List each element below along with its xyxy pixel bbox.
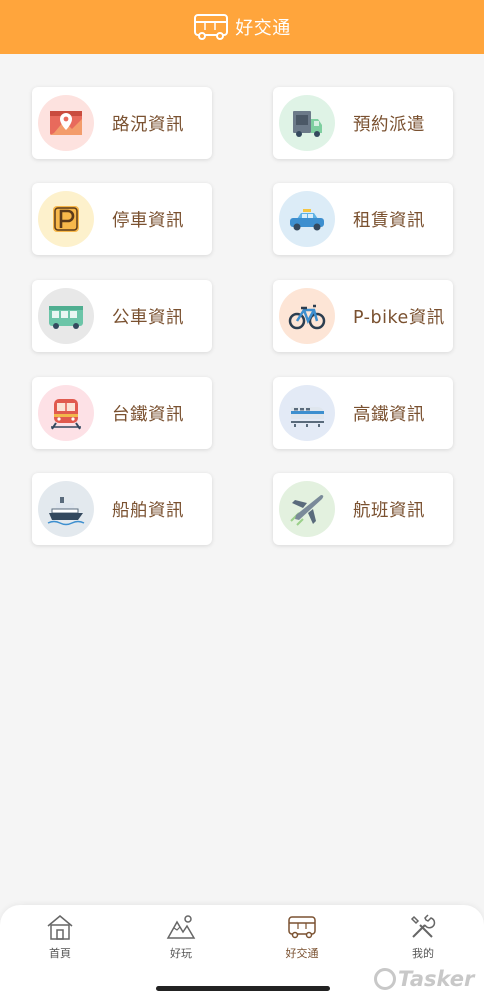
tile-label: 路況資訊 (112, 114, 184, 135)
icon-circle (279, 191, 335, 247)
icon-circle (279, 385, 335, 441)
airplane-icon (290, 495, 324, 526)
icon-circle (38, 191, 94, 247)
map-pin-icon (50, 111, 82, 135)
icon-circle (38, 288, 94, 344)
parking-icon (53, 206, 79, 232)
tile-label: 公車資訊 (112, 307, 184, 328)
icon-circle (38, 385, 94, 441)
tile-bus[interactable]: 公車資訊 (32, 280, 212, 352)
tile-label: 高鐵資訊 (353, 404, 425, 425)
icon-circle (279, 288, 335, 344)
tile-label: 預約派遣 (353, 114, 425, 135)
tile-traffic-info[interactable]: 路況資訊 (32, 87, 212, 159)
tile-label: P-bike資訊 (353, 307, 445, 328)
taxi-icon (290, 209, 324, 231)
tile-label: 台鐵資訊 (112, 404, 184, 425)
bicycle-icon (288, 304, 326, 330)
app-header: 好交通 (0, 0, 484, 54)
tasker-logo-icon (374, 968, 396, 990)
tile-tra[interactable]: 台鐵資訊 (32, 377, 212, 449)
tab-label: 好玩 (170, 947, 192, 960)
tools-icon (410, 914, 436, 938)
icon-circle (38, 95, 94, 151)
tile-label: 停車資訊 (112, 210, 184, 231)
ship-icon (47, 497, 85, 526)
tab-fun[interactable]: 好玩 (151, 913, 211, 965)
bus-icon (49, 306, 83, 329)
home-indicator[interactable] (156, 986, 330, 991)
tab-profile[interactable]: 我的 (393, 913, 453, 965)
bus-icon (194, 14, 229, 40)
house-icon (47, 915, 73, 940)
mountain-icon (166, 915, 196, 939)
tab-home[interactable]: 首頁 (30, 913, 90, 965)
tile-pbike[interactable]: P-bike資訊 (273, 280, 453, 352)
tile-parking[interactable]: 停車資訊 (32, 183, 212, 255)
icon-circle (279, 95, 335, 151)
truck-icon (293, 111, 322, 137)
tile-dispatch[interactable]: 預約派遣 (273, 87, 453, 159)
tile-label: 航班資訊 (353, 500, 425, 521)
tab-label: 首頁 (49, 947, 71, 960)
tile-flights[interactable]: 航班資訊 (273, 473, 453, 545)
train-icon (51, 399, 81, 430)
page-title: 好交通 (235, 18, 291, 39)
icon-circle (279, 481, 335, 537)
high-speed-rail-icon (291, 407, 324, 427)
tile-hsr[interactable]: 高鐵資訊 (273, 377, 453, 449)
tile-label: 租賃資訊 (353, 210, 425, 231)
tasker-watermark: Tasker (374, 965, 474, 993)
tile-ship[interactable]: 船舶資訊 (32, 473, 212, 545)
icon-circle (38, 481, 94, 537)
watermark-text: Tasker (398, 967, 475, 991)
tile-rental[interactable]: 租賃資訊 (273, 183, 453, 255)
tab-label: 我的 (412, 947, 434, 960)
bus-icon (288, 916, 316, 939)
tab-label: 好交通 (285, 947, 319, 960)
tab-transport[interactable]: 好交通 (272, 913, 332, 965)
tile-label: 船舶資訊 (112, 500, 184, 521)
